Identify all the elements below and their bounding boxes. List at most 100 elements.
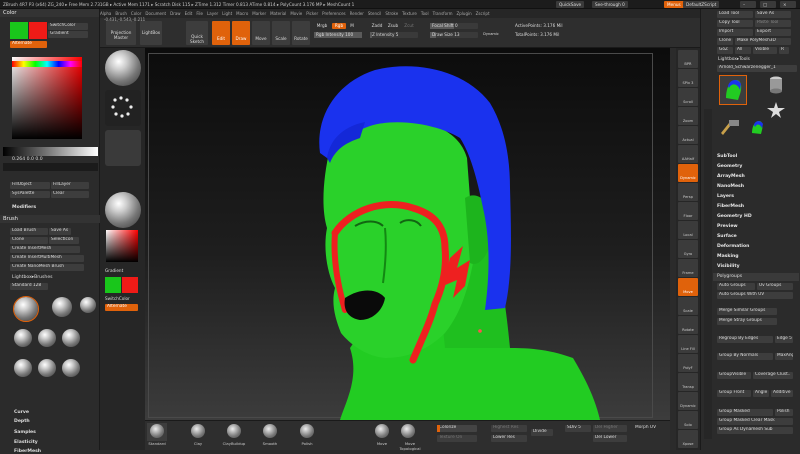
menu-edit[interactable]: Edit: [185, 9, 193, 18]
menu-stencil[interactable]: Stencil: [368, 9, 382, 18]
menu-draw[interactable]: Draw: [170, 9, 180, 18]
create-insertmesh-button[interactable]: Create InsertMesh: [10, 246, 80, 253]
higher-res-button[interactable]: Highest Res: [491, 425, 527, 432]
mini-secondary-color[interactable]: [122, 277, 138, 293]
groupvisible-button[interactable]: GroupVisible: [717, 372, 751, 379]
tool-move-button[interactable]: Move: [678, 278, 698, 296]
colorize-button[interactable]: Colorize: [437, 425, 477, 432]
group-as-dynamesh-button[interactable]: Group As Dynamesh Sub: [717, 427, 793, 434]
tool-thumb-cylinder[interactable]: [763, 75, 789, 95]
tool-actual-button[interactable]: Actual: [678, 126, 698, 144]
fibermesh-tool-header[interactable]: FiberMesh: [717, 204, 744, 209]
menu-render[interactable]: Render: [350, 9, 364, 18]
group-front-button[interactable]: Group Front: [717, 390, 751, 397]
color-palette-header[interactable]: Color: [0, 9, 99, 17]
menu-zplugin[interactable]: Zplugin: [457, 9, 472, 18]
alpha-dots-thumb[interactable]: [105, 90, 141, 126]
alpha-off-thumb[interactable]: [105, 130, 141, 166]
tool-save-as-button[interactable]: Save As: [755, 11, 791, 18]
tool-zoom-button[interactable]: Zoom: [678, 107, 698, 125]
visible-button[interactable]: Visible: [753, 47, 777, 54]
tool-solo-button[interactable]: Solo: [678, 411, 698, 429]
maximize-icon[interactable]: □: [760, 1, 776, 8]
texture-on-button[interactable]: Texture On: [437, 435, 477, 442]
preview-header[interactable]: Preview: [717, 224, 738, 229]
group-by-normals-button[interactable]: Group By Normals: [717, 353, 773, 360]
brush-save-as-button[interactable]: Save As: [49, 228, 71, 235]
gradient-button[interactable]: Gradient: [48, 31, 88, 38]
lightbox-brushes-link[interactable]: Lightbox▸Brushes: [12, 275, 53, 280]
tool-dynamic-button[interactable]: Dynamic: [678, 392, 698, 410]
group-masked-clear-button[interactable]: Group Masked Clear Mask: [717, 418, 793, 425]
additive-button[interactable]: Additive: [771, 390, 793, 397]
syspalette-button[interactable]: SysPalette: [10, 191, 50, 198]
elasticity-header[interactable]: Elasticity: [14, 440, 38, 445]
value-slider[interactable]: [3, 147, 98, 156]
merge-stray-groups-button[interactable]: Merge Stray Groups: [717, 318, 777, 325]
menu-macro[interactable]: Macro: [236, 9, 248, 18]
divide-button[interactable]: Divide: [531, 429, 553, 436]
menu-material[interactable]: Material: [270, 9, 286, 18]
geometry-hd-header[interactable]: Geometry HD: [717, 214, 752, 219]
brush-polish-thumb[interactable]: [62, 359, 80, 377]
make-polymesh-button[interactable]: Make PolyMesh3D: [735, 38, 791, 45]
menu-zscript[interactable]: Zscript: [476, 9, 490, 18]
tool-dynamic-button[interactable]: Dynamic: [678, 164, 698, 182]
hue-strip[interactable]: [12, 61, 82, 67]
tool-scale-button[interactable]: Scale: [678, 297, 698, 315]
zadd-button[interactable]: Zadd: [370, 23, 384, 29]
menu-texture[interactable]: Texture: [402, 9, 417, 18]
brush-inflate-thumb[interactable]: [14, 359, 32, 377]
menu-file[interactable]: File: [196, 9, 203, 18]
sdiv-slider[interactable]: SDiv 5: [565, 425, 591, 432]
fillobject-button[interactable]: FillObject: [10, 182, 50, 189]
load-brush-button[interactable]: Load Brush: [10, 228, 48, 235]
auto-groups-button[interactable]: Auto Groups: [717, 283, 755, 290]
depth-header[interactable]: Depth: [14, 419, 30, 424]
menu-stroke[interactable]: Stroke: [385, 9, 398, 18]
lower-res-button[interactable]: Lower Res: [491, 435, 527, 442]
main-color-swatch[interactable]: [10, 22, 28, 39]
mini-color-picker[interactable]: [106, 230, 138, 262]
draw-size-slider[interactable]: Draw Size 13: [430, 32, 478, 38]
bottom-move-icon[interactable]: [375, 424, 389, 438]
all-button[interactable]: All: [735, 47, 751, 54]
see-through-slider[interactable]: See-through 0: [592, 1, 628, 8]
r-button[interactable]: R: [779, 47, 789, 54]
brush-movetopo-thumb[interactable]: [38, 329, 56, 347]
brush-damstandard-thumb[interactable]: [62, 329, 80, 347]
lightbox-button[interactable]: LightBox: [140, 21, 162, 45]
tool-floor-button[interactable]: Floor: [678, 202, 698, 220]
sculpted-head-model[interactable]: [145, 48, 670, 420]
menu-preferences[interactable]: Preferences: [322, 9, 346, 18]
menu-transform[interactable]: Transform: [433, 9, 453, 18]
m-button[interactable]: M: [348, 23, 356, 29]
group-masked-button[interactable]: Group Masked: [717, 409, 773, 416]
bottom-polish-icon[interactable]: [300, 424, 314, 438]
polish-slider[interactable]: Polish: [775, 409, 793, 416]
tool-polyf-button[interactable]: PolyF: [678, 354, 698, 372]
tool-rotate-button[interactable]: Rotate: [678, 316, 698, 334]
brush-clay-thumb[interactable]: [52, 297, 72, 317]
default-zscript-button[interactable]: DefaultZScript: [683, 1, 720, 8]
menu-layer[interactable]: Layer: [207, 9, 218, 18]
tool-xpose-button[interactable]: Xpose: [678, 430, 698, 448]
material-thumb[interactable]: [105, 50, 141, 86]
modifiers-header[interactable]: Modifiers: [12, 205, 36, 210]
regroup-by-edges-button[interactable]: Regroup By Edges: [717, 336, 773, 343]
mini-alternate-button[interactable]: Alternate: [105, 304, 138, 311]
draw-button[interactable]: Draw: [232, 21, 250, 45]
export-button[interactable]: Export: [755, 29, 791, 36]
deformation-header[interactable]: Deformation: [717, 244, 749, 249]
paste-tool-button[interactable]: Paste Tool: [755, 20, 791, 27]
rgb-slider-track[interactable]: [3, 163, 98, 171]
curve-header[interactable]: Curve: [14, 410, 29, 415]
auto-groups-uv-button[interactable]: Auto Groups With UV: [717, 292, 793, 299]
copy-tool-button[interactable]: Copy Tool: [717, 20, 753, 27]
document-canvas[interactable]: [145, 48, 670, 420]
mrgb-button[interactable]: Mrgb: [314, 23, 330, 29]
brush-palette-header[interactable]: Brush: [0, 215, 100, 223]
tool-scroll-button[interactable]: Scroll: [678, 88, 698, 106]
menus-button[interactable]: Menus: [664, 1, 684, 8]
tool-transp-button[interactable]: Transp: [678, 373, 698, 391]
